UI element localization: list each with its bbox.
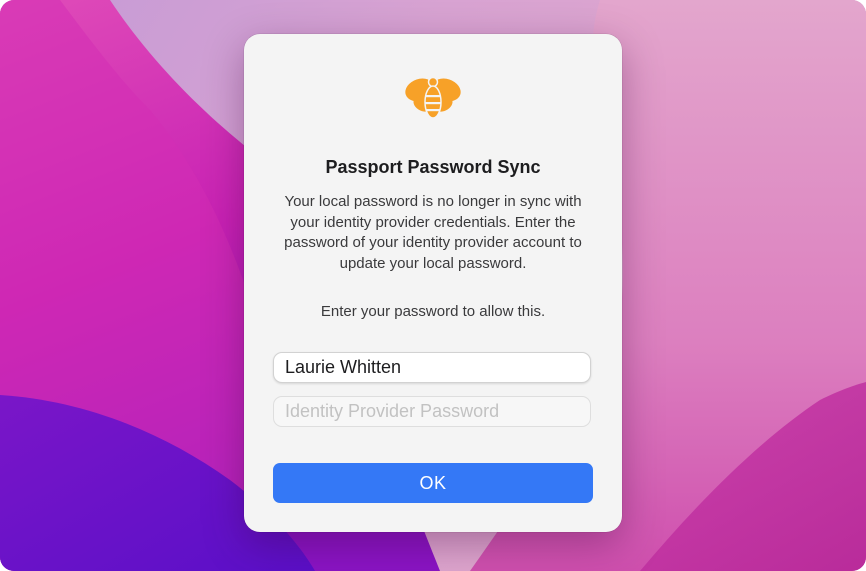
dialog-title: Passport Password Sync <box>325 157 541 177</box>
bee-icon <box>403 74 463 124</box>
dialog-message: Your local password is no longer in sync… <box>284 193 582 272</box>
identity-provider-password-field[interactable] <box>273 396 591 427</box>
password-sync-dialog: Passport Password Sync Your local passwo… <box>244 34 622 532</box>
ok-button[interactable]: OK <box>273 463 593 503</box>
dialog-prompt: Enter your password to allow this. <box>320 303 546 320</box>
desktop: Passport Password Sync Your local passwo… <box>0 0 866 571</box>
username-field[interactable] <box>273 352 591 383</box>
